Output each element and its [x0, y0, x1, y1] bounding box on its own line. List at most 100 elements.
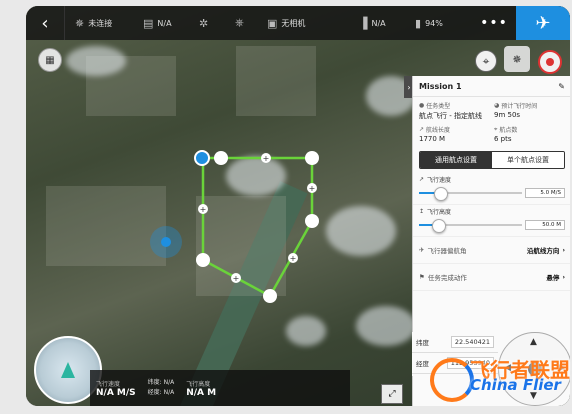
telemetry-lng: 经度: N/A	[147, 389, 175, 396]
waypoint-icon: ⌖	[494, 125, 498, 133]
info-mission-type: ● 任务类型 航点飞行 - 指定航线	[419, 101, 490, 121]
clock-icon: ◕	[494, 102, 500, 109]
speed-slider-knob[interactable]	[433, 187, 448, 201]
tab-single-waypoint[interactable]: 单个航点设置	[492, 152, 564, 168]
altitude-slider[interactable]	[419, 219, 522, 233]
telemetry-lat: 纬度: N/A	[147, 379, 175, 386]
info-value: 航点飞行 - 指定航线	[419, 112, 482, 120]
route-icon: ↗	[419, 126, 425, 133]
waypoint[interactable]	[214, 151, 228, 165]
info-label: 预计飞行时间	[501, 103, 538, 110]
waypoint[interactable]	[263, 289, 277, 303]
status-aircraft[interactable]: ✵ 未连接	[75, 6, 143, 40]
speed-icon: ↗	[419, 176, 425, 183]
info-flight-time: ◕ 预计飞行时间 9m 50s	[494, 101, 565, 121]
finish-action-setting[interactable]: ⚑ 任务完成动作 悬停 ›	[413, 264, 570, 291]
finish-flag-icon: ⚑	[419, 273, 425, 281]
back-button[interactable]: ‹	[26, 6, 65, 40]
info-value: 6 pts	[494, 135, 512, 143]
remote-controller-icon: ⎈	[235, 16, 244, 29]
battery-label: N/A	[371, 18, 386, 28]
speed-setting: ↗ 飞行速度 5.0 M/S	[413, 173, 570, 205]
mission-type-icon: ●	[419, 102, 425, 109]
waypoint-start[interactable]	[194, 150, 210, 166]
lat-input[interactable]: 22.540421	[450, 336, 494, 348]
hd-signal-icon: ▤	[143, 16, 154, 30]
waypoint[interactable]	[305, 151, 319, 165]
altitude-setting: ↥ 飞行高度 50.0 M	[413, 205, 570, 237]
pencil-icon[interactable]: ✎	[558, 82, 565, 91]
watermark-ring-icon	[430, 358, 474, 402]
hd-signal-label: N/A	[157, 18, 172, 28]
satellite-icon: ✲	[199, 16, 209, 30]
waypoint[interactable]	[305, 214, 319, 228]
svg-text:+: +	[233, 274, 240, 283]
altitude-label: 飞行高度	[427, 209, 452, 216]
speed-slider[interactable]	[419, 187, 522, 201]
telemetry-bar: 飞行速度 N/A M/S 纬度: N/A 经度: N/A 飞行高度 N/A M	[90, 370, 350, 406]
battery-icon: ▐	[359, 16, 368, 30]
record-button[interactable]	[538, 50, 562, 74]
telemetry-alt-value: N/A M	[186, 387, 217, 398]
settings-tabs: 通用航点设置 单个航点设置	[419, 151, 565, 169]
record-icon	[546, 58, 554, 66]
mission-header: Mission 1 ✎	[413, 76, 570, 97]
telemetry-position: 纬度: N/A 经度: N/A	[142, 378, 181, 398]
info-label: 任务类型	[426, 103, 451, 110]
crosshair-icon: ⌖	[482, 53, 490, 68]
altitude-slider-knob[interactable]	[431, 219, 446, 233]
start-fly-button[interactable]: ✈	[516, 6, 570, 40]
airplane-icon: ✈	[535, 12, 551, 34]
status-camera[interactable]: ▣ 无相机	[267, 6, 359, 40]
mission-info-grid: ● 任务类型 航点飞行 - 指定航线 ◕ 预计飞行时间 9m 50s ↗ 航线长度 1…	[413, 97, 570, 147]
status-hd-signal[interactable]: ▤ N/A	[143, 6, 199, 40]
info-value: 1770 M	[419, 135, 446, 143]
chevron-right-icon: ›	[562, 246, 565, 254]
info-label: 航线长度	[426, 127, 451, 134]
layers-icon: ▦	[45, 54, 55, 66]
aircraft-view-button[interactable]: ✵	[504, 46, 530, 72]
heading-icon: ✈	[419, 246, 425, 254]
map-layer-button[interactable]: ▦	[38, 48, 62, 72]
aircraft-marker[interactable]	[161, 237, 171, 247]
altitude-icon: ↥	[419, 208, 425, 215]
top-status-bar: ‹ ✵ 未连接 ▤ N/A ✲ ⎈ ▣ 无相机 ▐ N/A ▮ 94% ••• …	[26, 6, 570, 40]
status-battery[interactable]: ▐ N/A	[359, 6, 415, 40]
chevron-right-icon: ›	[562, 273, 565, 281]
status-satellite[interactable]: ✲	[199, 6, 235, 40]
heading-indicator-icon	[61, 362, 75, 378]
heading-setting[interactable]: ✈ 飞行器偏航角 沿航线方向 ›	[413, 237, 570, 264]
telemetry-alt-label: 飞行高度	[186, 380, 211, 388]
arrow-up-icon[interactable]: ▲	[530, 337, 537, 347]
midpoint-add-markers[interactable]: + + + + +	[198, 153, 317, 283]
speed-value[interactable]: 5.0 M/S	[525, 188, 565, 198]
mission-title: Mission 1	[419, 81, 462, 91]
finish-label: 任务完成动作	[427, 274, 467, 282]
lat-label: 纬度	[416, 339, 429, 347]
telemetry-speed: 飞行速度 N/A M/S	[90, 379, 142, 398]
svg-text:+: +	[263, 154, 270, 163]
svg-text:+: +	[200, 205, 207, 214]
camera-icon: ▣	[267, 16, 278, 30]
altitude-value[interactable]: 50.0 M	[525, 220, 565, 230]
drone-icon: ✵	[75, 16, 85, 30]
aircraft-status-label: 未连接	[88, 18, 113, 28]
status-rc-battery[interactable]: ▮ 94%	[415, 6, 465, 40]
status-rc[interactable]: ⎈	[235, 6, 267, 40]
more-menu-button[interactable]: •••	[472, 6, 516, 40]
finish-value: 悬停	[546, 274, 560, 282]
info-route-length: ↗ 航线长度 1770 M	[419, 125, 490, 143]
heading-label: 飞行器偏航角	[427, 247, 467, 255]
fullscreen-button[interactable]: ⤢	[381, 384, 403, 404]
route-path	[201, 156, 314, 298]
waypoint[interactable]	[196, 253, 210, 267]
info-value: 9m 50s	[494, 111, 521, 119]
telemetry-altitude: 飞行高度 N/A M	[180, 379, 222, 398]
speed-label: 飞行速度	[427, 177, 452, 184]
telemetry-speed-value: N/A M/S	[96, 387, 136, 398]
svg-text:+: +	[309, 184, 316, 193]
locate-button[interactable]: ⌖	[475, 50, 497, 72]
tab-general-waypoint[interactable]: 通用航点设置	[420, 152, 492, 168]
chevron-right-icon: ›	[407, 82, 411, 92]
info-label: 航点数	[499, 127, 518, 134]
